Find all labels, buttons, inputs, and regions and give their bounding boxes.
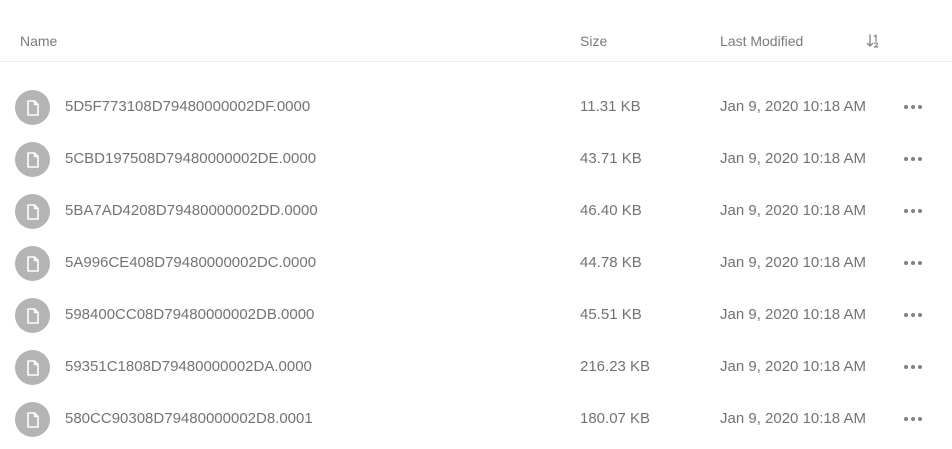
file-name[interactable]: 5BA7AD4208D79480000002DD.0000 — [65, 202, 318, 220]
file-name[interactable]: 5A996CE408D79480000002DC.0000 — [65, 254, 316, 272]
table-row[interactable]: 5D5F773108D79480000002DF.0000 11.31 KB J… — [0, 81, 952, 133]
table-row[interactable]: 5CBD197508D79480000002DE.0000 43.71 KB J… — [0, 133, 952, 185]
table-row[interactable]: 598400CC08D79480000002DB.0000 45.51 KB J… — [0, 289, 952, 341]
more-options-button[interactable] — [900, 357, 926, 377]
column-header-name[interactable]: Name — [20, 32, 57, 50]
file-size: 11.31 KB — [580, 98, 641, 115]
file-icon — [15, 90, 50, 125]
sort-down-icon — [866, 34, 879, 48]
column-header-size[interactable]: Size — [580, 32, 607, 50]
file-icon — [15, 298, 50, 333]
file-size: 46.40 KB — [580, 202, 642, 219]
file-name[interactable]: 5D5F773108D79480000002DF.0000 — [65, 98, 310, 116]
file-size: 216.23 KB — [580, 358, 651, 375]
file-size: 44.78 KB — [580, 254, 642, 271]
file-size: 43.71 KB — [580, 150, 642, 167]
table-row[interactable]: 580CC90308D79480000002D8.0001 180.07 KB … — [0, 393, 952, 445]
more-options-button[interactable] — [900, 97, 926, 117]
file-last-modified: Jan 9, 2020 10:18 AM — [720, 306, 866, 323]
file-icon — [15, 402, 50, 437]
file-name[interactable]: 580CC90308D79480000002D8.0001 — [65, 410, 313, 428]
file-size: 180.07 KB — [580, 410, 651, 427]
more-options-icon — [904, 365, 908, 369]
more-options-button[interactable] — [900, 253, 926, 273]
table-row[interactable]: 59351C1808D79480000002DA.0000 216.23 KB … — [0, 341, 952, 393]
file-icon — [15, 142, 50, 177]
more-options-button[interactable] — [900, 409, 926, 429]
more-options-icon — [904, 105, 908, 109]
more-options-icon — [904, 157, 908, 161]
file-icon — [15, 194, 50, 229]
table-row[interactable]: 5A996CE408D79480000002DC.0000 44.78 KB J… — [0, 237, 952, 289]
file-list: 5D5F773108D79480000002DF.0000 11.31 KB J… — [0, 81, 952, 445]
file-name[interactable]: 59351C1808D79480000002DA.0000 — [65, 358, 312, 376]
column-header-last-modified[interactable]: Last Modified — [720, 32, 803, 50]
more-options-icon — [904, 261, 908, 265]
more-options-button[interactable] — [900, 305, 926, 325]
more-options-button[interactable] — [900, 201, 926, 221]
file-last-modified: Jan 9, 2020 10:18 AM — [720, 98, 866, 115]
file-size: 45.51 KB — [580, 306, 642, 323]
file-last-modified: Jan 9, 2020 10:18 AM — [720, 150, 866, 167]
more-options-icon — [904, 417, 908, 421]
file-table: Name Size Last Modified 5D5F773108D79480… — [0, 0, 952, 449]
file-name[interactable]: 5CBD197508D79480000002DE.0000 — [65, 150, 316, 168]
table-row[interactable]: 5BA7AD4208D79480000002DD.0000 46.40 KB J… — [0, 185, 952, 237]
file-last-modified: Jan 9, 2020 10:18 AM — [720, 254, 866, 271]
more-options-button[interactable] — [900, 149, 926, 169]
file-last-modified: Jan 9, 2020 10:18 AM — [720, 358, 866, 375]
file-icon — [15, 350, 50, 385]
file-last-modified: Jan 9, 2020 10:18 AM — [720, 410, 866, 427]
file-icon — [15, 246, 50, 281]
sort-toggle-button[interactable] — [862, 30, 884, 52]
table-header: Name Size Last Modified — [0, 0, 952, 62]
more-options-icon — [904, 313, 908, 317]
more-options-icon — [904, 209, 908, 213]
file-last-modified: Jan 9, 2020 10:18 AM — [720, 202, 866, 219]
file-name[interactable]: 598400CC08D79480000002DB.0000 — [65, 306, 314, 324]
